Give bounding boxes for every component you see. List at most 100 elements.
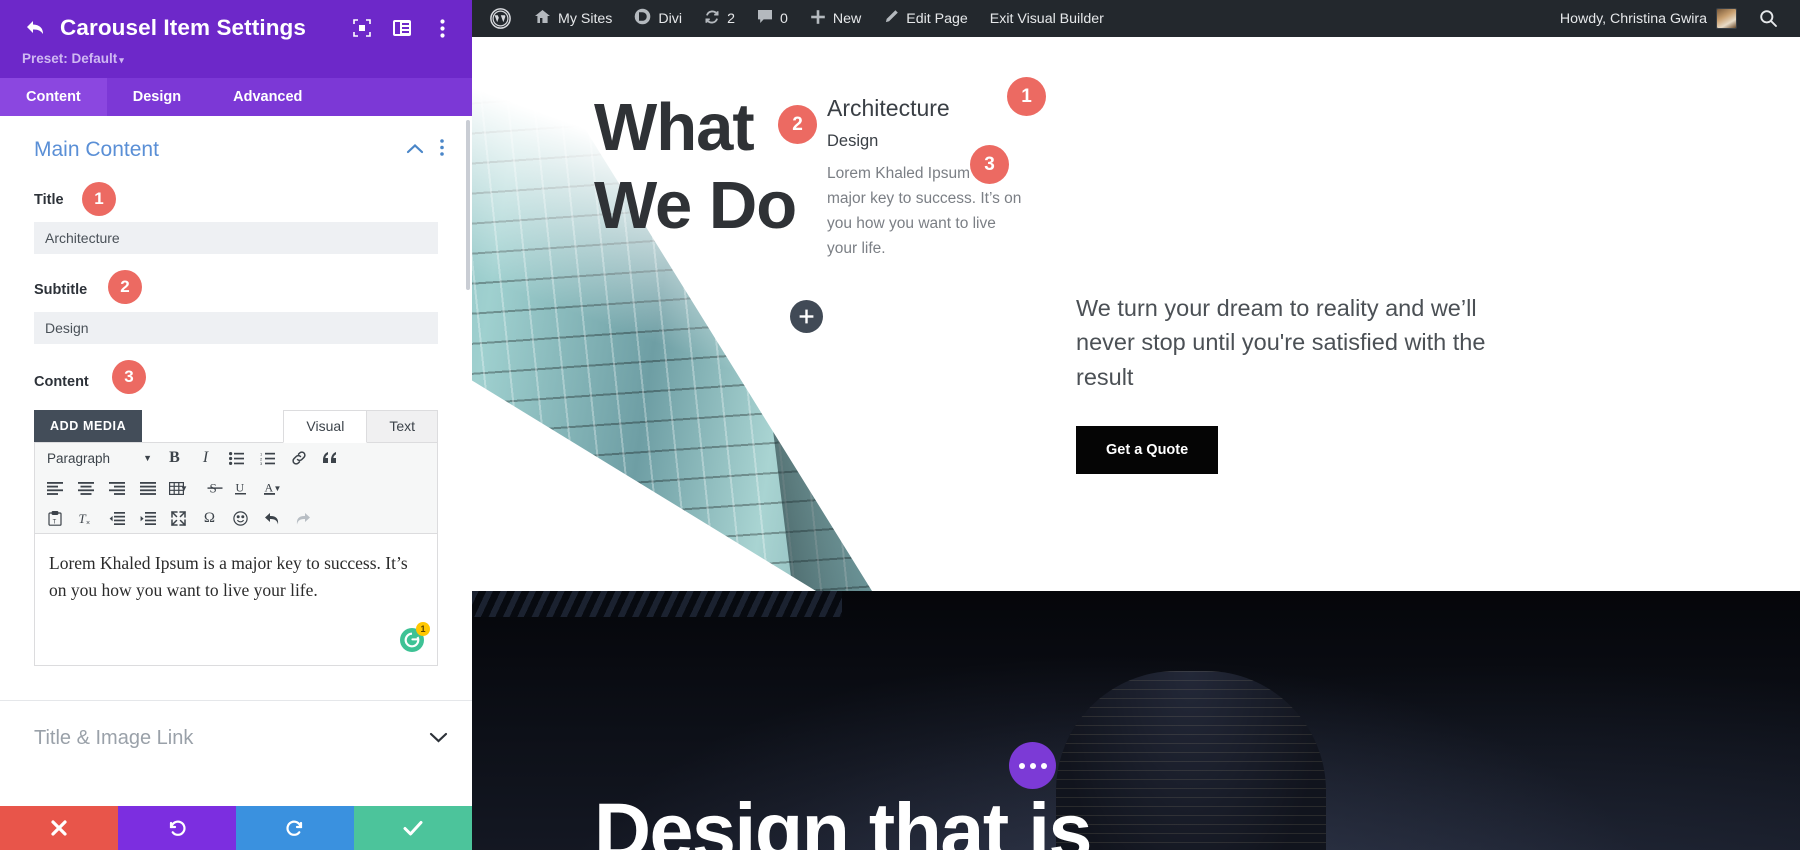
settings-tabs: Content Design Advanced (0, 78, 472, 116)
admin-bar-exit-visual-builder[interactable]: Exit Visual Builder (979, 0, 1115, 37)
wp-admin-bar: My Sites Divi 2 0 New Edit Page Exit Vis… (472, 0, 1800, 37)
preview-annotation-badge-2: 2 (778, 105, 817, 144)
admin-bar-label: Edit Page (906, 10, 968, 27)
panel-header: Carousel Item Settings Preset: Default ▾ (0, 0, 472, 78)
pencil-icon (883, 9, 899, 29)
panel-action-bar (0, 806, 472, 850)
tab-advanced[interactable]: Advanced (207, 78, 328, 116)
annotation-badge-1: 1 (82, 182, 116, 216)
align-center-icon[interactable] (70, 474, 101, 502)
redo-icon[interactable] (287, 504, 318, 532)
preset-selector[interactable]: Preset: Default ▾ (22, 51, 452, 66)
svg-text:A: A (264, 481, 273, 495)
editor-content-area[interactable]: Lorem Khaled Ipsum is a major key to suc… (34, 534, 438, 666)
indent-icon[interactable] (132, 504, 163, 532)
field-subtitle-label: Subtitle (34, 282, 88, 298)
field-subtitle: Subtitle 2 Design (0, 270, 472, 344)
add-module-button[interactable] (790, 300, 823, 333)
admin-bar-my-sites[interactable]: My Sites (523, 0, 623, 37)
undo-icon[interactable] (256, 504, 287, 532)
kebab-menu-icon[interactable] (432, 18, 452, 38)
tab-visual[interactable]: Visual (283, 410, 368, 443)
outdent-icon[interactable] (101, 504, 132, 532)
ellipsis-icon[interactable] (1009, 742, 1056, 789)
hero-heading: What We Do (594, 89, 797, 244)
blockquote-icon[interactable] (314, 444, 345, 472)
cancel-button[interactable] (0, 806, 118, 850)
promo-text-block: We turn your dream to reality and we’ll … (1076, 291, 1506, 474)
toolbar-row-1: Paragraph ▼ B I 123 (35, 443, 437, 473)
title-input[interactable]: Architecture (34, 222, 438, 254)
admin-bar-comments[interactable]: 0 (746, 0, 799, 37)
section-kebab-menu-icon[interactable] (440, 139, 444, 161)
field-content-label: Content (34, 374, 89, 390)
tab-content[interactable]: Content (0, 78, 107, 116)
tab-design[interactable]: Design (107, 78, 207, 116)
preview-annotation-badge-3: 3 (970, 145, 1009, 184)
format-select[interactable]: Paragraph ▼ (39, 444, 159, 472)
field-title-label: Title (34, 192, 64, 208)
emoji-icon[interactable] (225, 504, 256, 532)
text-color-icon[interactable]: A ▼ (256, 474, 287, 502)
tab-text[interactable]: Text (366, 410, 438, 442)
save-button[interactable] (354, 806, 472, 850)
field-content: Content 3 (0, 360, 472, 394)
get-a-quote-button[interactable]: Get a Quote (1076, 425, 1219, 474)
panel-scrollbar[interactable] (466, 120, 470, 290)
admin-bar-account: Howdy, Christina Gwira (1549, 0, 1792, 37)
chevron-up-icon[interactable] (406, 141, 424, 159)
admin-bar-greeting-wrap[interactable]: Howdy, Christina Gwira (1549, 0, 1748, 37)
editor-mode-tabs: Visual Text (283, 409, 438, 443)
hero-heading-line-1: What (594, 90, 755, 165)
svg-text:3: 3 (260, 461, 263, 465)
admin-bar-updates[interactable]: 2 (693, 0, 746, 37)
bold-icon[interactable]: B (159, 444, 190, 472)
align-justify-icon[interactable] (132, 474, 163, 502)
focus-target-icon[interactable] (352, 18, 372, 38)
chevron-down-icon: ▼ (180, 483, 188, 493)
underline-icon[interactable]: U (225, 474, 256, 502)
carousel-item-title: Architecture (827, 95, 950, 121)
admin-bar-edit-page[interactable]: Edit Page (872, 0, 979, 37)
updates-icon (704, 9, 720, 29)
search-icon[interactable] (1748, 0, 1792, 37)
admin-bar-label: New (832, 10, 862, 27)
back-arrow-icon[interactable] (22, 14, 50, 42)
numbered-list-icon[interactable]: 123 (252, 444, 283, 472)
admin-bar-new[interactable]: New (799, 0, 872, 37)
chevron-down-icon[interactable] (429, 730, 448, 748)
layout-panel-icon[interactable] (392, 18, 412, 38)
align-left-icon[interactable] (39, 474, 70, 502)
fullscreen-icon[interactable] (163, 504, 194, 532)
undo-button[interactable] (118, 806, 236, 850)
admin-bar-label: Divi (658, 10, 683, 27)
redo-button[interactable] (236, 806, 354, 850)
section-title-image-link[interactable]: Title & Image Link (0, 701, 472, 776)
special-character-icon[interactable]: Ω (194, 504, 225, 532)
link-icon[interactable] (283, 444, 314, 472)
annotation-badge-2: 2 (108, 270, 142, 304)
svg-text:×: × (86, 520, 90, 526)
subtitle-input[interactable]: Design (34, 312, 438, 344)
dark-section-heading: Design that is (594, 786, 1092, 850)
bulleted-list-icon[interactable] (221, 444, 252, 472)
italic-icon[interactable]: I (190, 444, 221, 472)
module-settings-panel: Carousel Item Settings Preset: Default ▾… (0, 0, 472, 850)
paste-as-text-icon[interactable]: T (39, 504, 70, 532)
align-right-icon[interactable] (101, 474, 132, 502)
promo-text: We turn your dream to reality and we’ll … (1076, 295, 1486, 390)
section-main-content[interactable]: Main Content (0, 116, 472, 172)
field-title: Title 1 Architecture (0, 182, 472, 254)
section-title: Main Content (34, 138, 159, 161)
building-sliver (472, 591, 842, 617)
annotation-badge-3: 3 (112, 360, 146, 394)
panel-title: Carousel Item Settings (60, 15, 307, 40)
preset-label: Preset: Default (22, 51, 118, 66)
grammarly-icon[interactable]: 1 (399, 622, 430, 653)
wordpress-logo-icon[interactable] (484, 0, 523, 37)
table-icon[interactable]: ▼ (163, 474, 194, 502)
strikethrough-icon[interactable]: S (194, 474, 225, 502)
clear-formatting-icon[interactable]: T × (70, 504, 101, 532)
add-media-button[interactable]: ADD MEDIA (34, 410, 143, 442)
admin-bar-divi[interactable]: Divi (623, 0, 693, 37)
